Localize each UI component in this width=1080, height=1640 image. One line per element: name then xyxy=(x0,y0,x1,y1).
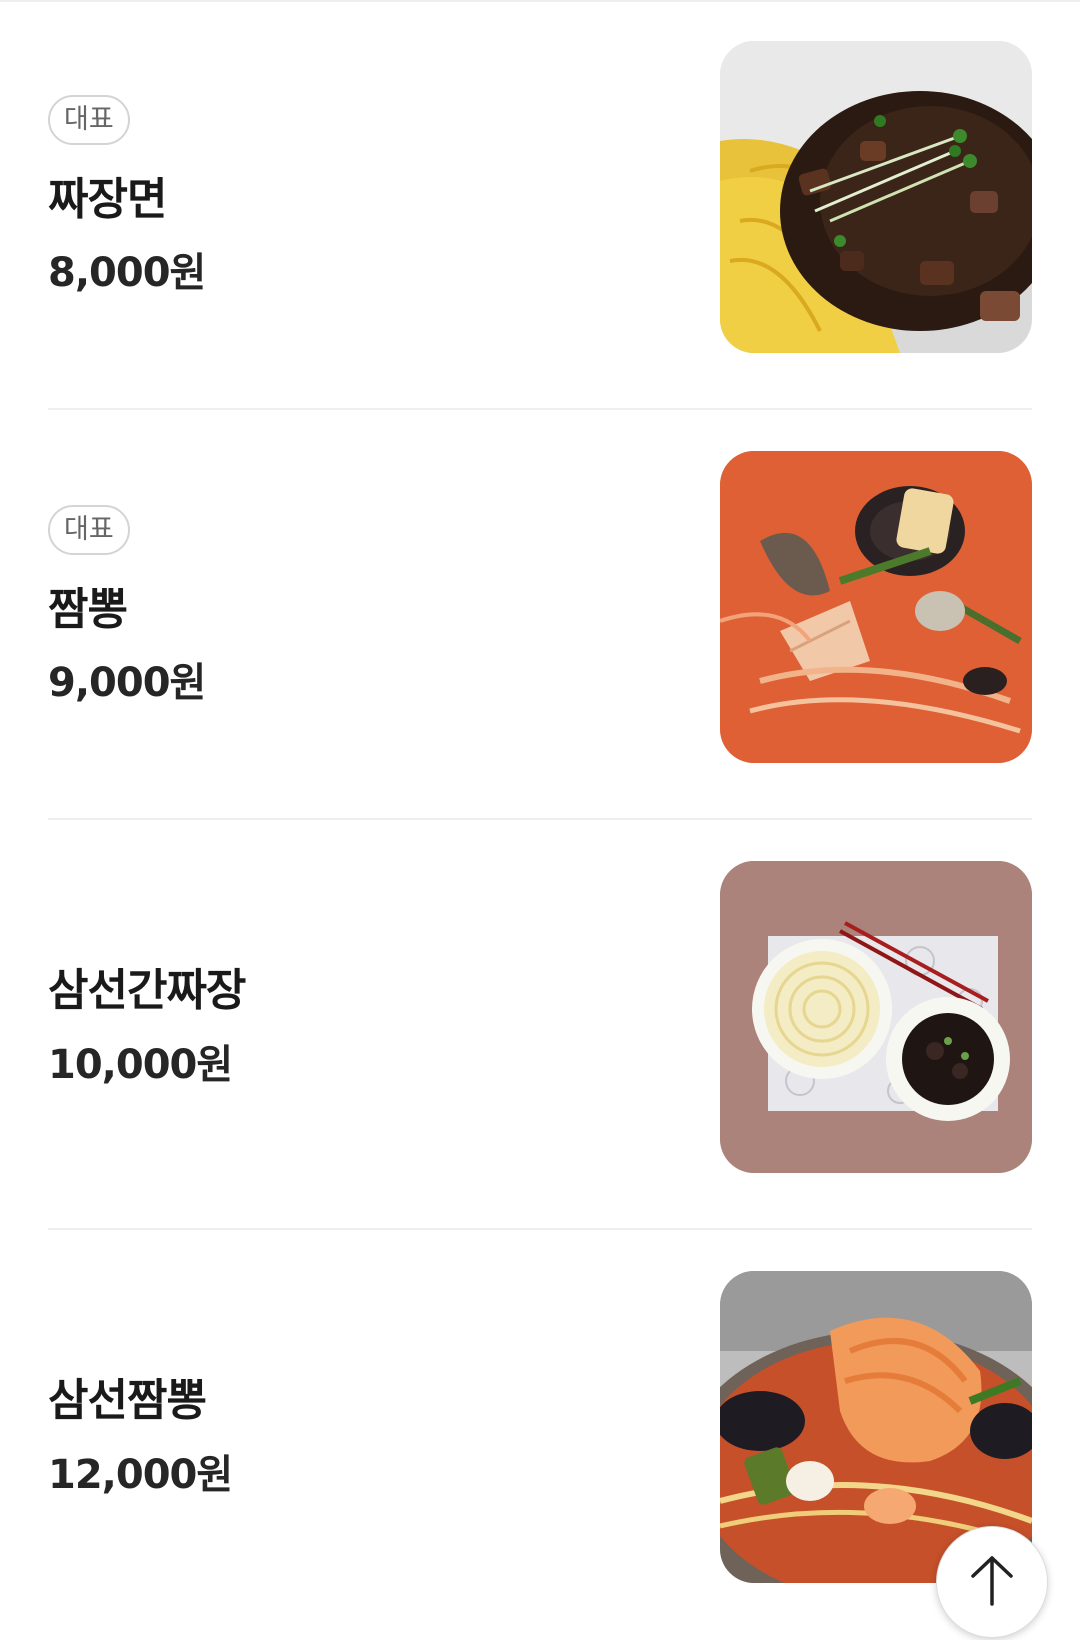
menu-item-price: 10,000원 xyxy=(48,1042,233,1088)
jjamppong-photo[interactable] xyxy=(720,451,1032,763)
menu-list: 대표 짜장면 8,000원 대표 짬뽕 9,000원 삼선간짜장 10,000원… xyxy=(48,0,1032,1640)
jjajangmyeon-photo[interactable] xyxy=(720,41,1032,353)
signature-badge: 대표 xyxy=(48,505,130,555)
menu-item-name: 삼선간짜장 xyxy=(48,965,246,1016)
samseon-ganjjajang-photo[interactable] xyxy=(720,861,1032,1173)
menu-item-info: 대표 짜장면 8,000원 xyxy=(48,0,688,408)
menu-item-name: 삼선짬뽕 xyxy=(48,1375,207,1426)
menu-item-info: 삼선짬뽕 12,000원 xyxy=(48,1230,688,1640)
scroll-to-top-button[interactable] xyxy=(936,1526,1048,1638)
menu-item-jjamppong[interactable]: 대표 짬뽕 9,000원 xyxy=(48,410,1032,820)
menu-item-samseon-ganjjajang[interactable]: 삼선간짜장 10,000원 xyxy=(48,820,1032,1230)
signature-badge: 대표 xyxy=(48,95,130,145)
menu-item-info: 대표 짬뽕 9,000원 xyxy=(48,410,688,818)
menu-item-name: 짬뽕 xyxy=(48,584,128,635)
menu-item-name: 짜장면 xyxy=(48,174,167,225)
menu-item-samseon-jjamppong[interactable]: 삼선짬뽕 12,000원 xyxy=(48,1230,1032,1640)
menu-item-price: 8,000원 xyxy=(48,250,206,296)
arrow-up-icon xyxy=(969,1554,1015,1610)
menu-item-jjajangmyeon[interactable]: 대표 짜장면 8,000원 xyxy=(48,0,1032,410)
menu-item-price: 9,000원 xyxy=(48,660,206,706)
menu-item-info: 삼선간짜장 10,000원 xyxy=(48,820,688,1228)
menu-item-price: 12,000원 xyxy=(48,1452,233,1498)
